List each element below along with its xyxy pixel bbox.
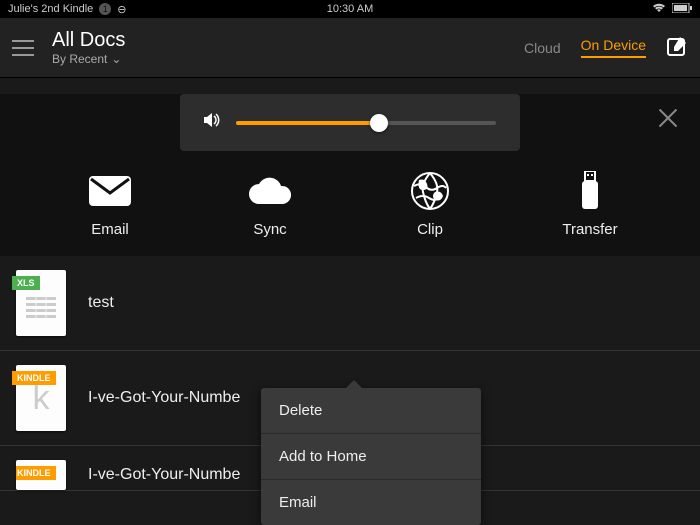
chevron-down-icon: ⌄ — [111, 52, 121, 66]
doc-title: I-ve-Got-Your-Numbe — [88, 466, 240, 484]
device-name: Julie's 2nd Kindle — [8, 3, 93, 15]
doc-thumbnail: XLS — [16, 270, 66, 336]
menu-item-add-to-home[interactable]: Add to Home — [261, 434, 481, 480]
globe-icon — [411, 171, 449, 211]
status-bar: Julie's 2nd Kindle 1 ⊖ 10:30 AM — [0, 0, 700, 18]
file-type-badge: KINDLE — [12, 371, 56, 385]
action-transfer[interactable]: Transfer — [535, 171, 645, 238]
status-time: 10:30 AM — [327, 3, 373, 15]
action-email[interactable]: Email — [55, 171, 165, 238]
app-header: All Docs By Recent ⌄ Cloud On Device — [0, 18, 700, 78]
email-icon — [89, 171, 131, 211]
usb-icon — [580, 171, 600, 211]
quick-actions-overlay: Email Sync Clip Transfer — [0, 94, 700, 256]
action-sync[interactable]: Sync — [215, 171, 325, 238]
tab-cloud[interactable]: Cloud — [524, 40, 561, 56]
action-email-label: Email — [91, 221, 129, 238]
action-clip-label: Clip — [417, 221, 443, 238]
file-type-badge: XLS — [12, 276, 40, 290]
file-type-badge: KINDLE — [16, 466, 56, 480]
page-title: All Docs — [52, 29, 125, 52]
sort-label: By Recent — [52, 52, 107, 66]
spreadsheet-icon — [26, 297, 56, 327]
action-transfer-label: Transfer — [562, 221, 617, 238]
context-menu: Delete Add to Home Email — [261, 388, 481, 525]
cloud-icon — [247, 171, 293, 211]
sort-selector[interactable]: By Recent ⌄ — [52, 52, 125, 66]
volume-slider[interactable] — [236, 121, 496, 125]
close-icon[interactable] — [656, 106, 680, 130]
list-item[interactable]: XLS test — [0, 256, 700, 351]
compose-icon[interactable] — [666, 35, 688, 60]
volume-panel — [180, 94, 520, 151]
doc-thumbnail: KINDLE k — [16, 365, 66, 431]
doc-title: test — [88, 294, 114, 312]
menu-item-delete[interactable]: Delete — [261, 388, 481, 434]
volume-slider-thumb[interactable] — [370, 114, 388, 132]
doc-thumbnail: KINDLE — [16, 460, 66, 490]
volume-icon — [204, 112, 222, 133]
action-sync-label: Sync — [253, 221, 286, 238]
notification-count-badge: 1 — [99, 3, 111, 15]
dnd-icon: ⊖ — [117, 3, 126, 16]
action-clip[interactable]: Clip — [375, 171, 485, 238]
wifi-icon — [652, 2, 666, 16]
doc-title: I-ve-Got-Your-Numbe — [88, 389, 240, 407]
menu-item-email[interactable]: Email — [261, 480, 481, 525]
battery-icon — [672, 3, 692, 16]
volume-slider-fill — [236, 121, 379, 125]
tab-on-device[interactable]: On Device — [581, 37, 646, 58]
menu-icon[interactable] — [12, 40, 34, 56]
